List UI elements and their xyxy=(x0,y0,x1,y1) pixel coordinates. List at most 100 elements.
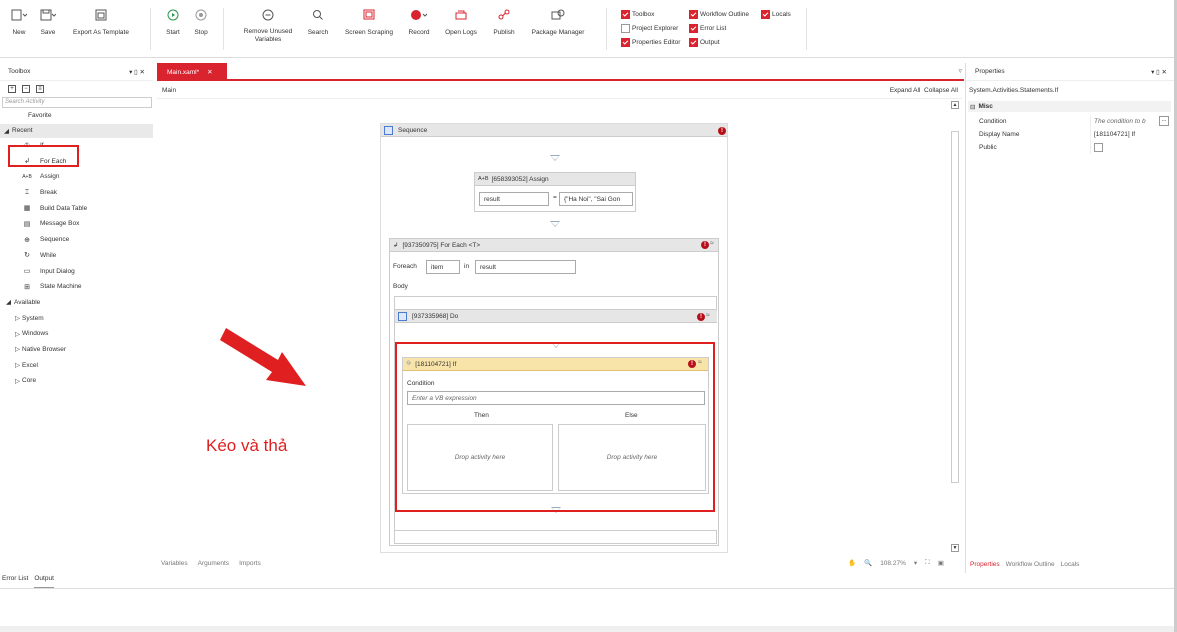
new-button[interactable]: New xyxy=(8,8,30,37)
recent-group[interactable]: ◢ Recent xyxy=(0,123,153,138)
publish-button[interactable]: Publish xyxy=(489,8,519,37)
collapse-all-icon[interactable]: − xyxy=(22,85,30,93)
activity-break[interactable]: ⌶ Break xyxy=(0,185,153,201)
tab-properties[interactable]: Properties xyxy=(970,561,1000,568)
foreach-item-field[interactable]: item xyxy=(426,260,460,274)
assign-header[interactable]: A+B [658393052] Assign xyxy=(475,173,635,186)
ribbon-separator xyxy=(806,8,807,50)
group-core[interactable]: ▷ Core xyxy=(0,373,153,389)
output-checkbox-label: Output xyxy=(700,39,720,46)
search-label: Search xyxy=(307,29,329,36)
export-template-button[interactable]: Export As Template xyxy=(68,8,134,37)
foreach-values-field[interactable]: result xyxy=(475,260,576,274)
activity-label: While xyxy=(40,251,57,259)
available-group[interactable]: ◢ Available xyxy=(0,295,153,311)
properties-editor-checkbox[interactable]: Properties Editor xyxy=(621,38,680,47)
fit-screen-icon[interactable]: ⛶ xyxy=(925,559,930,567)
search-activity-input[interactable]: Search Activity xyxy=(2,97,152,108)
screen-scraping-button[interactable]: Screen Scraping xyxy=(340,8,398,37)
sequence-header[interactable]: Sequence xyxy=(381,124,727,137)
record-icon xyxy=(405,8,433,22)
group-label: Native Browser xyxy=(22,345,67,353)
activity-build-data-table[interactable]: ▦ Build Data Table xyxy=(0,200,153,216)
foreach-header[interactable]: ↲ [937350975] For Each <T> xyxy=(390,239,718,252)
statemachine-icon: ⊞ xyxy=(24,283,30,291)
assign-to-field[interactable]: result xyxy=(479,192,549,206)
remove-unused-variables-button[interactable]: Remove Unused Variables xyxy=(236,8,300,44)
activity-state-machine[interactable]: ⊞ State Machine xyxy=(0,279,153,295)
expand-all-icon[interactable]: + xyxy=(8,85,16,93)
open-logs-button[interactable]: Open Logs xyxy=(442,8,480,37)
toolbox-title: Toolbox xyxy=(8,68,31,75)
group-excel[interactable]: ▷ Excel xyxy=(0,357,153,373)
public-checkbox[interactable] xyxy=(1094,143,1103,152)
list-icon[interactable]: ≡ xyxy=(36,85,44,93)
zoom-search-icon[interactable]: 🔍 xyxy=(864,559,872,567)
favorite-group[interactable]: Favorite xyxy=(0,108,153,124)
group-native-browser[interactable]: ▷ Native Browser xyxy=(0,342,153,358)
property-display-name[interactable]: Display Name [181104721] If xyxy=(966,128,1171,141)
property-condition[interactable]: Condition The condition to b ... xyxy=(966,115,1171,128)
do-header[interactable]: [937335968] Do xyxy=(395,310,717,323)
expand-all-link[interactable]: Expand All xyxy=(890,87,921,94)
package-manager-button[interactable]: Package Manager xyxy=(527,8,589,37)
error-list-checkbox[interactable]: Error List xyxy=(689,24,726,33)
scroll-up-icon[interactable]: ▲ xyxy=(951,101,959,109)
activity-label: State Machine xyxy=(40,283,82,291)
scroll-down-icon[interactable]: ▼ xyxy=(951,544,959,552)
drop-arrow-icon[interactable] xyxy=(550,221,560,227)
collapse-all-link[interactable]: Collapse All xyxy=(924,87,958,94)
activity-input-dialog[interactable]: ▭ Input Dialog xyxy=(0,263,153,279)
tab-workflow-outline[interactable]: Workflow Outline xyxy=(1006,561,1055,568)
pan-icon[interactable]: ✋ xyxy=(848,559,856,567)
close-icon[interactable]: ✕ xyxy=(207,68,212,76)
assign-value-field[interactable]: {"Ha Noi", "Sai Gon xyxy=(559,192,633,206)
misc-category[interactable]: ⊟ Misc xyxy=(968,101,1171,112)
activity-while[interactable]: ↻ While xyxy=(0,248,153,264)
tab-dropdown-icon[interactable]: ▿ xyxy=(958,67,962,75)
property-value[interactable]: [181104721] If xyxy=(1090,128,1171,141)
locals-checkbox[interactable]: Locals xyxy=(761,10,791,19)
drag-drop-annotation: Kéo và thả xyxy=(206,436,288,455)
properties-window-controls[interactable]: ▾ ▯ ✕ xyxy=(1151,68,1167,76)
imports-tab[interactable]: Imports xyxy=(239,560,261,567)
property-public[interactable]: Public xyxy=(966,141,1171,154)
activity-sequence[interactable]: ⊕ Sequence xyxy=(0,232,153,248)
tab-output[interactable]: Output xyxy=(34,573,54,588)
scrollbar-thumb[interactable] xyxy=(951,131,959,483)
workflow-outline-checkbox[interactable]: Workflow Outline xyxy=(689,10,749,19)
properties-type: System.Activities.Statements.If xyxy=(969,87,1059,94)
tab-locals[interactable]: Locals xyxy=(1061,561,1080,568)
group-system[interactable]: ▷ System xyxy=(0,310,153,326)
ellipsis-button[interactable]: ... xyxy=(1159,116,1169,126)
collapse-icon[interactable]: ≈ xyxy=(706,312,710,319)
variables-tab[interactable]: Variables xyxy=(161,560,188,567)
project-explorer-checkbox[interactable]: Project Explorer xyxy=(621,24,678,33)
collapse-icon[interactable]: ≈ xyxy=(710,240,714,247)
save-button[interactable]: Save xyxy=(37,8,59,37)
overview-icon[interactable]: ▣ xyxy=(938,559,944,567)
designer-scrollbar[interactable]: ▲ ▼ xyxy=(950,101,960,555)
ribbon-separator xyxy=(150,8,151,50)
stop-button[interactable]: Stop xyxy=(190,8,212,37)
zoom-dropdown-icon[interactable]: ▾ xyxy=(914,559,917,567)
toolbox-checkbox[interactable]: Toolbox xyxy=(621,10,654,19)
record-button[interactable]: Record xyxy=(405,8,433,37)
output-checkbox[interactable]: Output xyxy=(689,38,720,47)
group-windows[interactable]: ▷ Windows xyxy=(0,326,153,342)
activity-assign[interactable]: A+B Assign xyxy=(0,169,153,185)
arguments-tab[interactable]: Arguments xyxy=(198,560,229,567)
toolbox-window-controls[interactable]: ▾ ▯ ✕ xyxy=(129,68,145,76)
property-value[interactable] xyxy=(1090,141,1171,154)
publish-icon xyxy=(489,8,519,22)
drop-arrow-icon[interactable] xyxy=(550,155,560,161)
tab-error-list[interactable]: Error List xyxy=(2,573,28,588)
start-button[interactable]: Start xyxy=(162,8,184,37)
zoom-level[interactable]: 108.27% xyxy=(880,560,906,567)
activity-label: Build Data Table xyxy=(40,204,88,212)
search-button[interactable]: Search xyxy=(304,8,332,37)
activity-message-box[interactable]: ▤ Message Box xyxy=(0,216,153,232)
assign-activity[interactable]: A+B [658393052] Assign result = {"Ha Noi… xyxy=(474,172,636,212)
breadcrumb[interactable]: Main xyxy=(162,87,176,94)
tab-main-xaml[interactable]: Main.xaml* ✕ xyxy=(157,63,227,81)
